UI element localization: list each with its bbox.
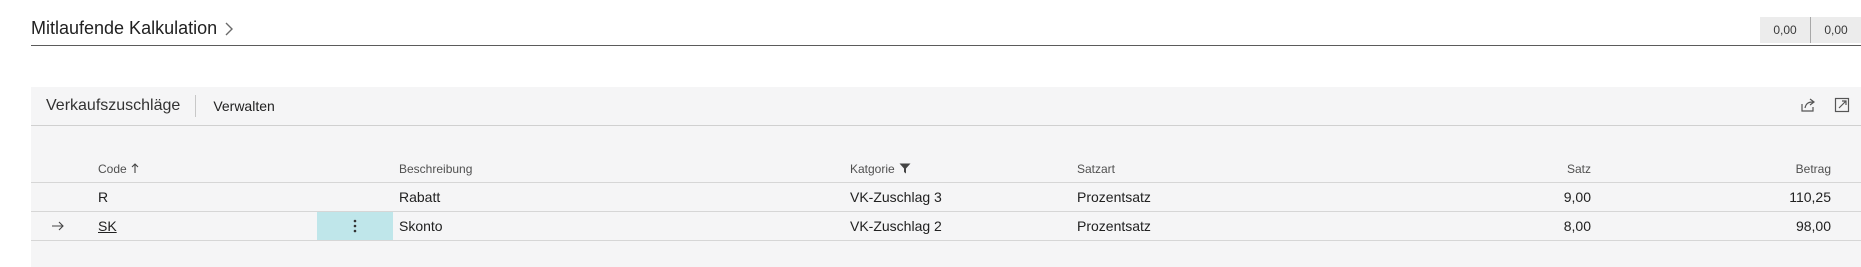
cell-kategorie[interactable]: VK-Zuschlag 2 bbox=[850, 212, 1050, 240]
table-row[interactable]: R Rabatt VK-Zuschlag 3 Prozentsatz 9,00 … bbox=[31, 183, 1861, 212]
cell-satzart[interactable]: Prozentsatz bbox=[1077, 212, 1277, 240]
part-title[interactable]: Verkaufszuschläge bbox=[46, 97, 180, 115]
cell-satz[interactable]: 8,00 bbox=[1441, 212, 1591, 240]
column-header-kategorie-label: Katgorie bbox=[850, 161, 895, 176]
page-header: Mitlaufende Kalkulation 0,00 0,00 bbox=[31, 14, 1861, 46]
expand-icon[interactable] bbox=[1833, 96, 1851, 114]
column-header-beschreibung[interactable]: Beschreibung bbox=[399, 155, 799, 182]
toolbar-icons bbox=[1799, 96, 1851, 114]
row-actions-button[interactable] bbox=[317, 212, 393, 240]
column-header-satzart[interactable]: Satzart bbox=[1077, 155, 1277, 182]
table-row-selected[interactable]: SK Skonto VK-Zuschlag 2 Prozentsatz 8,00… bbox=[31, 212, 1861, 241]
cell-beschreibung[interactable]: Skonto bbox=[399, 212, 799, 240]
cell-code[interactable]: R bbox=[98, 183, 298, 211]
cell-beschreibung[interactable]: Rabatt bbox=[399, 183, 799, 211]
column-header-betrag[interactable]: Betrag bbox=[1681, 155, 1831, 182]
table-header-row: Code Beschreibung Katgorie Satzart Satz … bbox=[31, 155, 1861, 183]
manage-button[interactable]: Verwalten bbox=[213, 98, 274, 114]
page: Mitlaufende Kalkulation 0,00 0,00 Verkau… bbox=[0, 0, 1861, 267]
column-header-code[interactable]: Code bbox=[98, 155, 298, 182]
cell-betrag[interactable]: 110,25 bbox=[1681, 183, 1831, 211]
toolbar-divider bbox=[195, 95, 197, 117]
column-header-code-label: Code bbox=[98, 161, 127, 176]
page-title[interactable]: Mitlaufende Kalkulation bbox=[31, 18, 217, 39]
cell-kategorie[interactable]: VK-Zuschlag 3 bbox=[850, 183, 1050, 211]
more-vertical-icon bbox=[353, 219, 357, 233]
cell-code[interactable]: SK bbox=[98, 212, 298, 240]
cell-code-link[interactable]: SK bbox=[98, 218, 117, 234]
filter-icon bbox=[899, 163, 911, 174]
row-selected-arrow-icon bbox=[51, 212, 71, 240]
cell-satzart[interactable]: Prozentsatz bbox=[1077, 183, 1277, 211]
header-value-2: 0,00 bbox=[1810, 17, 1861, 43]
header-values: 0,00 0,00 bbox=[1760, 17, 1861, 43]
sort-ascending-icon bbox=[131, 163, 139, 173]
column-header-satz[interactable]: Satz bbox=[1441, 155, 1591, 182]
cell-satz[interactable]: 9,00 bbox=[1441, 183, 1591, 211]
data-table: Code Beschreibung Katgorie Satzart Satz … bbox=[31, 155, 1861, 241]
part-toolbar: Verkaufszuschläge Verwalten bbox=[31, 87, 1861, 126]
verkaufszuschlaege-part: Verkaufszuschläge Verwalten Code Beschre… bbox=[31, 87, 1861, 267]
share-icon[interactable] bbox=[1799, 96, 1817, 114]
cell-betrag[interactable]: 98,00 bbox=[1681, 212, 1831, 240]
chevron-right-icon[interactable] bbox=[223, 21, 235, 37]
header-value-1: 0,00 bbox=[1760, 17, 1810, 43]
page-title-link[interactable]: Mitlaufende Kalkulation bbox=[31, 18, 235, 39]
column-header-kategorie[interactable]: Katgorie bbox=[850, 155, 1050, 182]
